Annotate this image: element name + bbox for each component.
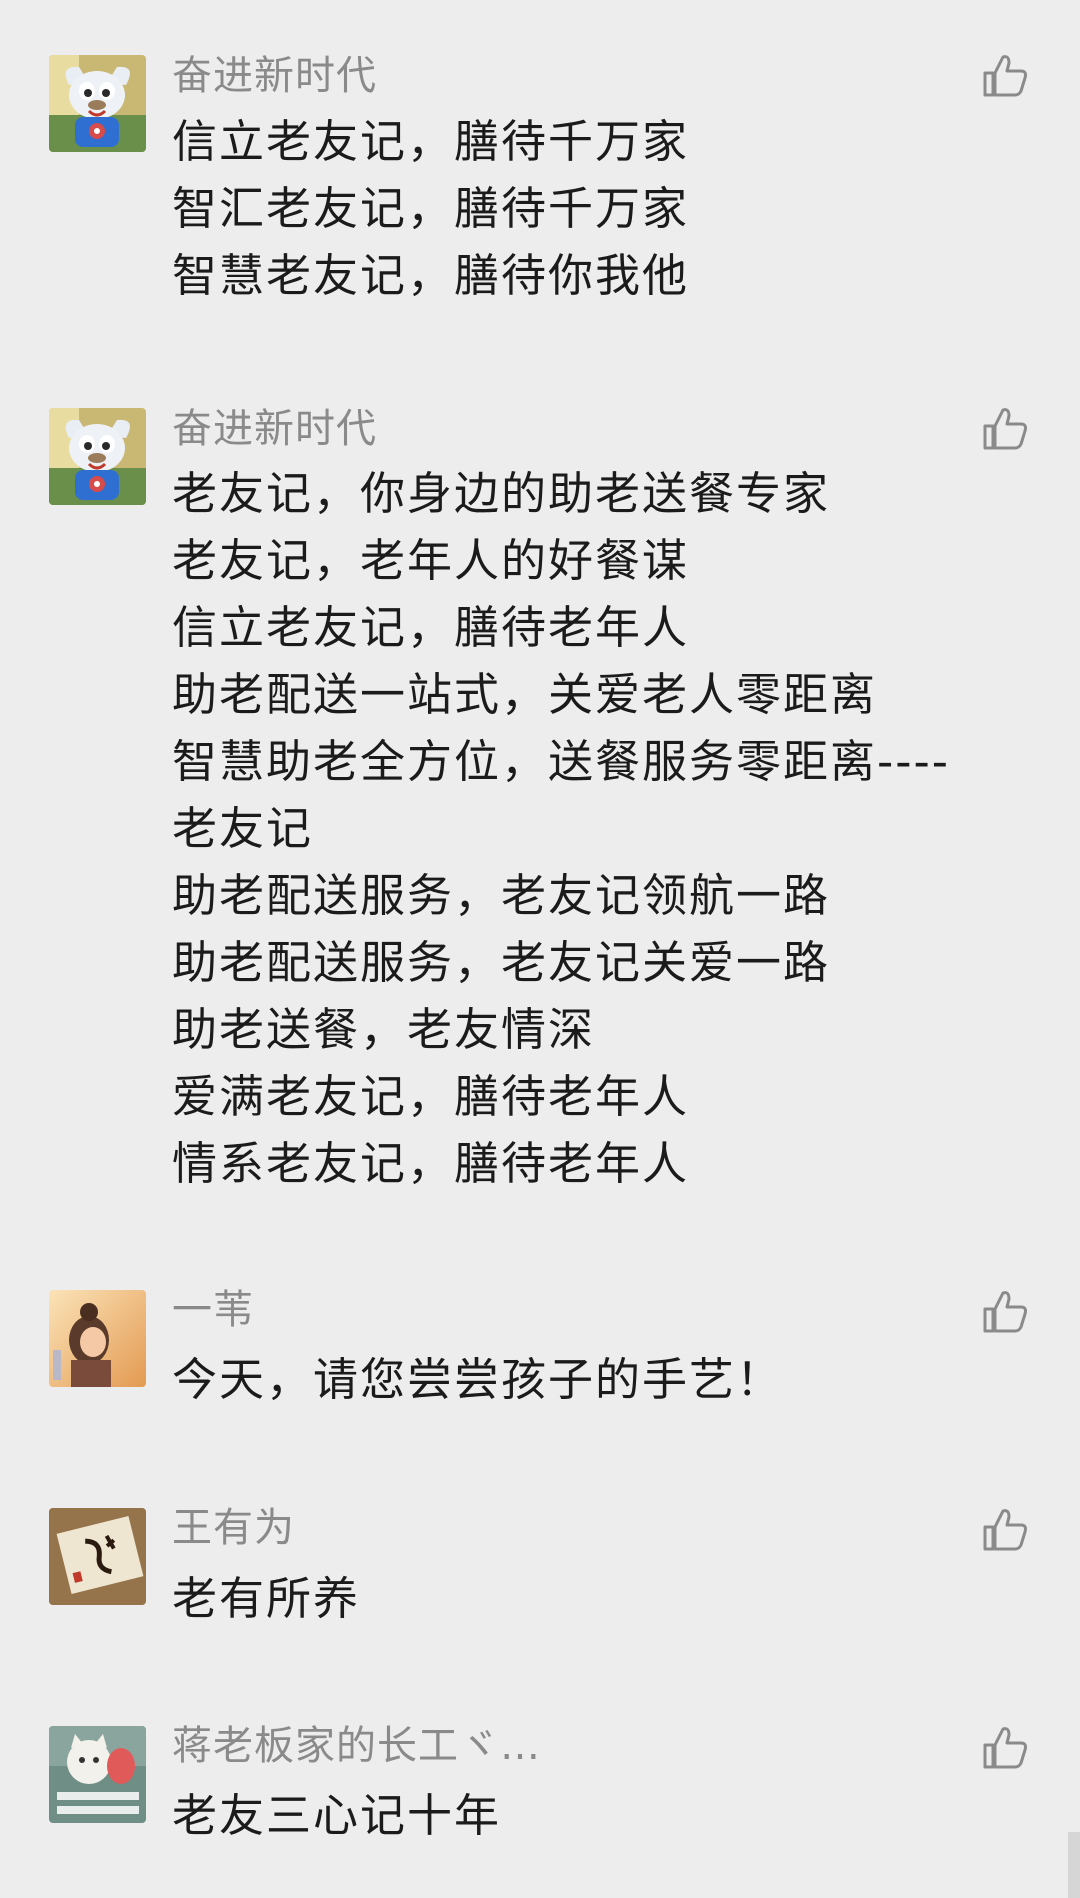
comment-author[interactable]: 蒋老板家的长工ヾ… — [172, 1720, 541, 1772]
scrollbar[interactable] — [1068, 1832, 1080, 1898]
thumbs-up-icon[interactable] — [981, 1287, 1029, 1335]
thumbs-up-icon[interactable] — [981, 404, 1029, 452]
comment-line: 老有所养 — [172, 1572, 361, 1625]
cat-sticker-avatar-icon — [49, 1726, 146, 1823]
thumbs-up-icon[interactable] — [981, 51, 1029, 99]
comment-line: 老友三心记十年 — [172, 1789, 502, 1842]
comment-line: 智汇老友记，膳待千万家 — [172, 182, 690, 235]
cartoon-mascot-avatar-icon — [49, 55, 146, 152]
author-avatar[interactable] — [49, 1726, 146, 1823]
comment-text: 老友记，你身边的助老送餐专家 老友记，老年人的好餐谋 信立老友记，膳待老年人 助… — [172, 460, 1012, 1197]
girl-illustration-avatar-icon — [49, 1290, 146, 1387]
author-avatar[interactable] — [49, 55, 146, 152]
comment-author[interactable]: 奋进新时代 — [172, 50, 377, 102]
comment-text: 老有所养 — [172, 1565, 1012, 1632]
comment-author[interactable]: 王有为 — [172, 1502, 295, 1554]
cartoon-mascot-avatar-icon — [49, 408, 146, 505]
comment-author[interactable]: 一苇 — [172, 1284, 254, 1336]
comment-line: 今天，请您尝尝孩子的手艺！ — [172, 1353, 784, 1406]
comment-text: 信立老友记，膳待千万家 智汇老友记，膳待千万家 智慧老友记，膳待你我他 — [172, 108, 1012, 309]
thumbs-up-icon[interactable] — [981, 1505, 1029, 1553]
comment-line: 助老配送服务，老友记关爱一路 — [172, 936, 831, 989]
comment-text: 今天，请您尝尝孩子的手艺！ — [172, 1346, 1012, 1413]
comment-line: 爱满老友记，膳待老年人 — [172, 1070, 690, 1123]
comment-line: 老友记，老年人的好餐谋 — [172, 534, 690, 587]
comment-text: 老友三心记十年 — [172, 1782, 1012, 1849]
author-avatar[interactable] — [49, 408, 146, 505]
calligraphy-avatar-icon — [49, 1508, 146, 1605]
comment-author[interactable]: 奋进新时代 — [172, 403, 377, 455]
comment-line: 助老配送一站式，关爱老人零距离 — [172, 668, 878, 721]
comment-line: 信立老友记，膳待老年人 — [172, 601, 690, 654]
comment-line: 智慧老友记，膳待你我他 — [172, 249, 690, 302]
comment-line: 老友记，你身边的助老送餐专家 — [172, 467, 831, 520]
comment-line: 智慧助老全方位，送餐服务零距离---- — [172, 735, 950, 788]
comment-line: 情系老友记，膳待老年人 — [172, 1137, 690, 1190]
comment-line: 助老送餐，老友情深 — [172, 1003, 596, 1056]
thumbs-up-icon[interactable] — [981, 1723, 1029, 1771]
author-avatar[interactable] — [49, 1508, 146, 1605]
comment-line: 老友记 — [172, 802, 314, 855]
comment-line: 信立老友记，膳待千万家 — [172, 115, 690, 168]
comment-line: 助老配送服务，老友记领航一路 — [172, 869, 831, 922]
author-avatar[interactable] — [49, 1290, 146, 1387]
